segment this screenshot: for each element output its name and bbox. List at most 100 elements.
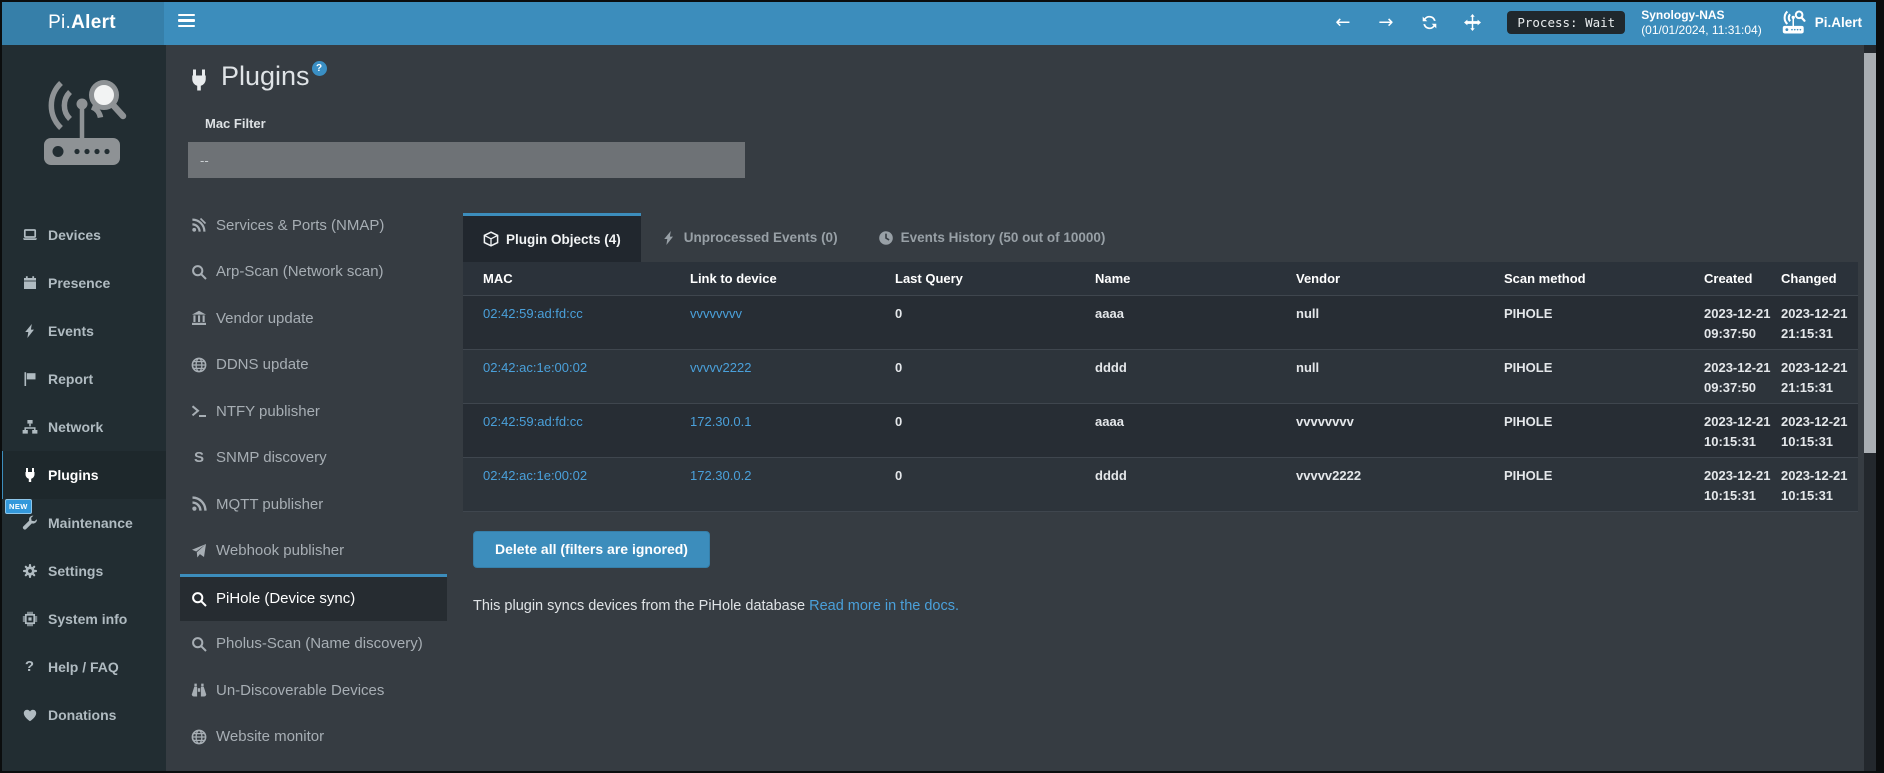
mac-filter-input[interactable]	[188, 142, 745, 178]
wrench-icon	[21, 515, 38, 531]
rss-icon	[190, 496, 208, 512]
column-header[interactable]: MAC	[463, 262, 690, 295]
plugin-menu-item-vendor-update[interactable]: Vendor update	[180, 295, 447, 342]
column-header[interactable]: Created	[1704, 262, 1781, 295]
column-header[interactable]: Name	[1095, 262, 1296, 295]
move-icon[interactable]	[1464, 14, 1481, 31]
sidebar-item-help-faq[interactable]: ?Help / FAQ	[0, 643, 166, 691]
refresh-icon[interactable]	[1421, 14, 1438, 31]
tab-label: Plugin Objects (4)	[506, 232, 621, 247]
table-header-row: MACLink to deviceLast QueryNameVendorSca…	[463, 262, 1858, 295]
sidebar-item-report[interactable]: Report	[0, 355, 166, 403]
cell-link-to-device: vvvvv2222	[690, 349, 895, 403]
cell-mac: 02:42:59:ad:fd:cc	[463, 403, 690, 457]
cell-name: dddd	[1095, 349, 1296, 403]
page-title: Plugins	[221, 61, 310, 92]
clock-icon	[878, 230, 894, 246]
host-info: Synology-NAS (01/01/2024, 11:31:04)	[1641, 8, 1762, 38]
column-header[interactable]: Vendor	[1296, 262, 1504, 295]
bolt-icon	[21, 323, 38, 339]
plugin-menu-item-undiscoverable[interactable]: Un-Discoverable Devices	[180, 667, 447, 714]
column-header[interactable]: Last Query	[895, 262, 1095, 295]
cell-name: aaaa	[1095, 295, 1296, 349]
laptop-icon	[21, 227, 38, 243]
sidebar-item-plugins[interactable]: Plugins	[0, 451, 166, 499]
globe-icon	[190, 357, 208, 373]
cell-link-to-device-link[interactable]: 172.30.0.1	[690, 414, 751, 429]
plugin-menu-item-services-ports[interactable]: Services & Ports (NMAP)	[180, 202, 447, 249]
sidebar-item-label: Maintenance	[48, 515, 133, 531]
cell-scan-method: PIHOLE	[1504, 457, 1704, 511]
delete-all-button[interactable]: Delete all (filters are ignored)	[473, 531, 710, 568]
sidebar-item-label: System info	[48, 611, 127, 627]
sitemap-icon	[21, 419, 38, 435]
sidebar-item-presence[interactable]: Presence	[0, 259, 166, 307]
plugin-description-text: This plugin syncs devices from the PiHol…	[473, 598, 809, 614]
page-scrollbar[interactable]	[1864, 45, 1876, 773]
sidebar-item-settings[interactable]: Settings	[0, 547, 166, 595]
cell-scan-method: PIHOLE	[1504, 403, 1704, 457]
cell-mac-link[interactable]: 02:42:59:ad:fd:cc	[483, 414, 583, 429]
cell-mac-link[interactable]: 02:42:59:ad:fd:cc	[483, 306, 583, 321]
table-row: 02:42:ac:1e:00:02vvvvv22220ddddnullPIHOL…	[463, 349, 1858, 403]
sidebar-item-events[interactable]: Events	[0, 307, 166, 355]
host-name: Synology-NAS	[1641, 8, 1762, 23]
globe-icon	[190, 729, 208, 745]
plugin-menu-item-label: SNMP discovery	[216, 449, 327, 466]
plugin-menu-item-ddns-update[interactable]: DDNS update	[180, 342, 447, 389]
plugin-menu-item-webhook-publisher[interactable]: Webhook publisher	[180, 528, 447, 575]
sidebar-toggle-icon[interactable]	[178, 14, 198, 30]
plugin-description: This plugin syncs devices from the PiHol…	[473, 598, 1858, 614]
nav-forward-icon[interactable]: →	[1378, 14, 1395, 31]
plugin-menu-item-ntfy-publisher[interactable]: NTFY publisher	[180, 388, 447, 435]
plugin-menu-item-label: DDNS update	[216, 356, 309, 373]
nav-back-icon[interactable]: ←	[1335, 14, 1352, 31]
cell-changed: 2023-12-21 10:15:31	[1781, 403, 1858, 457]
cell-vendor: null	[1296, 295, 1504, 349]
cell-mac-link[interactable]: 02:42:ac:1e:00:02	[483, 468, 587, 483]
cell-created: 2023-12-21 10:15:31	[1704, 457, 1781, 511]
sidebar-item-system-info[interactable]: System info	[0, 595, 166, 643]
sidebar-item-label: Events	[48, 323, 94, 339]
cell-link-to-device: 172.30.0.2	[690, 457, 895, 511]
cell-link-to-device-link[interactable]: 172.30.0.2	[690, 468, 751, 483]
cell-link-to-device-link[interactable]: vvvvvvvv	[690, 306, 742, 321]
brand-prefix: Pi.	[48, 12, 71, 33]
heart-icon	[21, 707, 38, 723]
gear-icon	[21, 563, 38, 579]
plugin-objects-table: MACLink to deviceLast QueryNameVendorSca…	[463, 262, 1858, 512]
app-label: Pi.Alert	[1815, 15, 1862, 30]
scrollbar-thumb[interactable]	[1864, 53, 1876, 453]
plugin-menu-item-label: Pholus-Scan (Name discovery)	[216, 635, 423, 652]
plugin-menu-item-website-monitor[interactable]: Website monitor	[180, 714, 447, 761]
column-header[interactable]: Scan method	[1504, 262, 1704, 295]
top-right-toolbar: ← → Process: Wait Synology-NAS (01/01/20…	[1335, 0, 1862, 45]
tab-unprocessed-events[interactable]: Unprocessed Events (0)	[641, 213, 858, 262]
sidebar-nav: DevicesPresence Events ReportNetworkPlugin…	[0, 211, 166, 739]
cell-mac-link[interactable]: 02:42:ac:1e:00:02	[483, 360, 587, 375]
sidebar-item-network[interactable]: Network	[0, 403, 166, 451]
host-time: (01/01/2024, 11:31:04)	[1641, 23, 1762, 38]
cell-vendor: null	[1296, 349, 1504, 403]
plugin-menu-item-arp-scan[interactable]: Arp-Scan (Network scan)	[180, 249, 447, 296]
plugin-menu-item-snmp-discovery[interactable]: SSNMP discovery	[180, 435, 447, 482]
docs-link[interactable]: Read more in the docs.	[809, 598, 959, 614]
dish-icon	[190, 217, 208, 233]
cell-created: 2023-12-21 09:37:50	[1704, 349, 1781, 403]
plugin-menu-item-pholus-scan[interactable]: Pholus-Scan (Name discovery)	[180, 621, 447, 668]
column-header[interactable]: Link to device	[690, 262, 895, 295]
cell-vendor: vvvvvvvv	[1296, 403, 1504, 457]
sidebar-item-devices[interactable]: Devices	[0, 211, 166, 259]
plugin-menu-item-pihole-sync[interactable]: PiHole (Device sync)	[180, 574, 447, 621]
tab-label: Events History (50 out of 10000)	[901, 230, 1106, 245]
help-icon[interactable]: ?	[312, 61, 327, 76]
tab-events-history[interactable]: Events History (50 out of 10000)	[858, 213, 1126, 262]
cell-link-to-device: 172.30.0.1	[690, 403, 895, 457]
tab-plugin-objects[interactable]: Plugin Objects (4)	[463, 213, 641, 262]
plugin-menu-item-mqtt-publisher[interactable]: MQTT publisher	[180, 481, 447, 528]
cell-link-to-device-link[interactable]: vvvvv2222	[690, 360, 751, 375]
new-feature-badge: NEW	[5, 499, 32, 514]
sidebar-item-donations[interactable]: Donations	[0, 691, 166, 739]
column-header[interactable]: Changed	[1781, 262, 1858, 295]
brand-logo[interactable]: Pi.Alert	[0, 0, 164, 45]
